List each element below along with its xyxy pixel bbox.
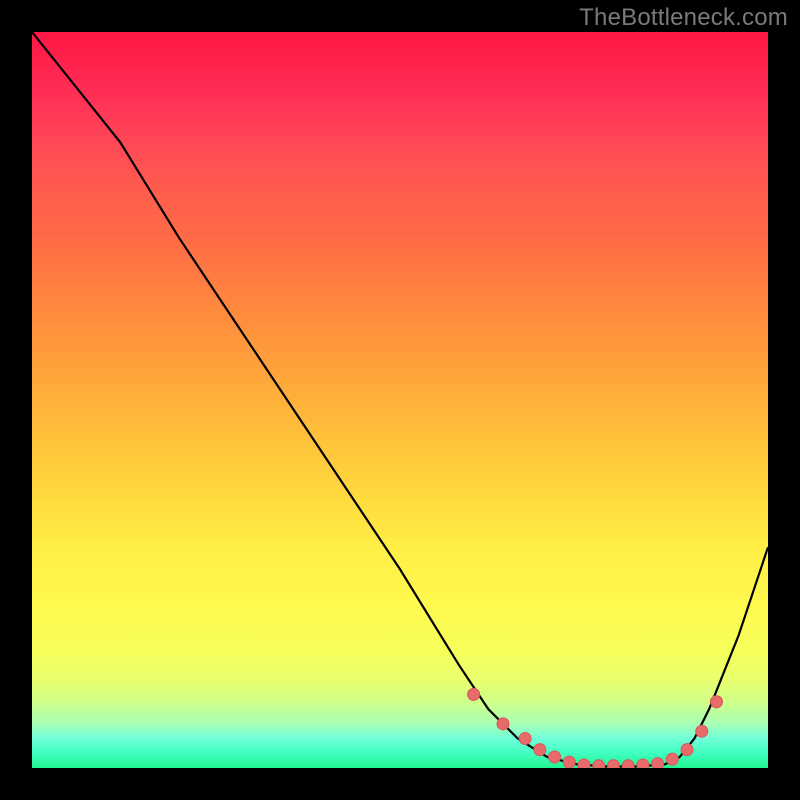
chart-dot — [468, 688, 480, 700]
chart-dot — [666, 753, 678, 765]
chart-dot — [519, 733, 531, 745]
chart-gradient-area — [32, 32, 768, 768]
chart-dot — [607, 760, 619, 768]
chart-dot — [637, 759, 649, 768]
chart-dot — [652, 758, 664, 768]
chart-dot — [549, 751, 561, 763]
chart-dot — [696, 725, 708, 737]
chart-dot — [578, 759, 590, 768]
chart-dots — [32, 32, 768, 768]
chart-dot — [534, 744, 546, 756]
chart-dot — [710, 696, 722, 708]
chart-dot — [622, 760, 634, 768]
chart-dot — [593, 760, 605, 768]
watermark-text: TheBottleneck.com — [579, 4, 788, 32]
chart-dot — [681, 744, 693, 756]
chart-dot — [497, 718, 509, 730]
chart-dot — [563, 756, 575, 768]
